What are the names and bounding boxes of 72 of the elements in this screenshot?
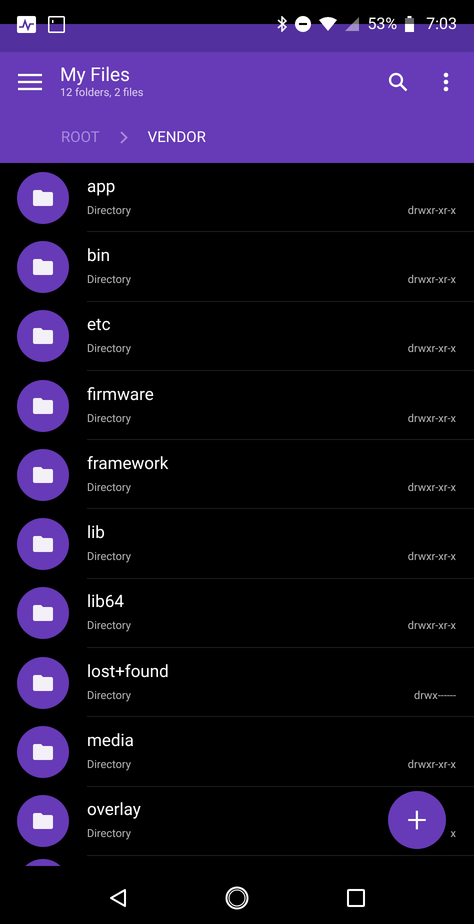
chevron-icon bbox=[120, 130, 128, 144]
signal-icon bbox=[345, 17, 360, 31]
item-type: Directory bbox=[87, 204, 131, 218]
folder-icon bbox=[33, 328, 53, 344]
battery-icon bbox=[405, 16, 414, 32]
folder-name: lost+found bbox=[87, 662, 169, 682]
folder-icon bbox=[33, 536, 53, 552]
item-type: Directory bbox=[87, 412, 131, 426]
folder-name: etc bbox=[87, 315, 110, 336]
permissions: x bbox=[450, 827, 456, 842]
folder-name: app bbox=[87, 176, 116, 197]
folder-icon bbox=[33, 466, 53, 483]
app-subtitle: 12 folders, 2 files bbox=[60, 86, 144, 100]
item-type: Directory bbox=[87, 272, 131, 287]
permissions: drwxr-xr-x bbox=[408, 619, 456, 634]
permissions: drwx------ bbox=[414, 688, 456, 703]
folder-icon bbox=[33, 258, 53, 275]
folder-row[interactable]: lib Directory drwxr-xr-x bbox=[0, 509, 474, 579]
permissions: drwxr-xr-x bbox=[408, 342, 456, 356]
folder-row[interactable]: firmware Directory drwxr-xr-x bbox=[0, 370, 474, 440]
folder-row[interactable]: media Directory drwxr-xr-x bbox=[0, 717, 474, 787]
clock: 7:03 bbox=[426, 16, 457, 32]
folder-name: firmware bbox=[87, 384, 154, 405]
back-button[interactable] bbox=[109, 888, 127, 908]
item-type: Directory bbox=[87, 619, 131, 634]
folder-row[interactable]: bin Directory drwxr-xr-x bbox=[0, 232, 474, 302]
item-type: Directory bbox=[87, 480, 131, 495]
folder-icon bbox=[33, 190, 53, 206]
folder-icon bbox=[33, 674, 53, 691]
permissions: drwxr-xr-x bbox=[408, 412, 456, 426]
item-type: Directory bbox=[87, 342, 131, 356]
pulse-icon bbox=[17, 16, 36, 33]
folder-name: framework bbox=[87, 454, 168, 474]
folder-row[interactable]: lib64 Directory drwxr-xr-x bbox=[0, 578, 474, 648]
recents-icon bbox=[347, 889, 365, 907]
item-type: Directory bbox=[87, 550, 131, 564]
folder-name: lib64 bbox=[87, 592, 124, 612]
folder-row[interactable]: framework Directory drwxr-xr-x bbox=[0, 440, 474, 510]
recents-button[interactable] bbox=[347, 889, 365, 907]
app-title: My Files bbox=[60, 64, 131, 86]
back-icon bbox=[109, 888, 127, 908]
permissions: drwxr-xr-x bbox=[408, 204, 456, 218]
folder-name: media bbox=[87, 731, 134, 752]
folder-icon bbox=[33, 744, 53, 760]
battery-percentage: 53% bbox=[367, 16, 398, 32]
add-button[interactable]: + bbox=[388, 791, 446, 849]
more-options-icon bbox=[443, 72, 449, 92]
item-type: Directory bbox=[87, 758, 131, 772]
folder-icon bbox=[33, 605, 53, 622]
item-type: Directory bbox=[87, 827, 131, 842]
folder-row[interactable]: lost+found Directory drwx------ bbox=[0, 648, 474, 718]
bluetooth-icon bbox=[277, 16, 288, 32]
folder-name: overlay bbox=[87, 800, 141, 820]
wifi-icon bbox=[319, 17, 338, 31]
home-icon bbox=[225, 886, 249, 910]
permissions: drwxr-xr-x bbox=[408, 272, 456, 287]
permissions: drwxr-xr-x bbox=[408, 758, 456, 772]
terminal-icon bbox=[48, 16, 65, 33]
folder-name: bin bbox=[87, 246, 110, 266]
permissions: drwxr-xr-x bbox=[408, 480, 456, 495]
item-type: Directory bbox=[87, 688, 131, 703]
search-icon bbox=[388, 72, 408, 92]
folder-name: lib bbox=[87, 523, 105, 544]
do-not-disturb-icon bbox=[295, 16, 312, 32]
menu-icon bbox=[18, 73, 42, 91]
permissions: drwxr-xr-x bbox=[408, 550, 456, 564]
folder-icon bbox=[33, 398, 53, 414]
folder-row[interactable]: app Directory drwxr-xr-x bbox=[0, 163, 474, 232]
folder-row[interactable]: etc Directory drwxr-xr-x bbox=[0, 302, 474, 371]
home-button[interactable] bbox=[225, 886, 249, 910]
breadcrumb[interactable]: VENDOR bbox=[148, 128, 206, 146]
folder-icon bbox=[33, 813, 53, 830]
